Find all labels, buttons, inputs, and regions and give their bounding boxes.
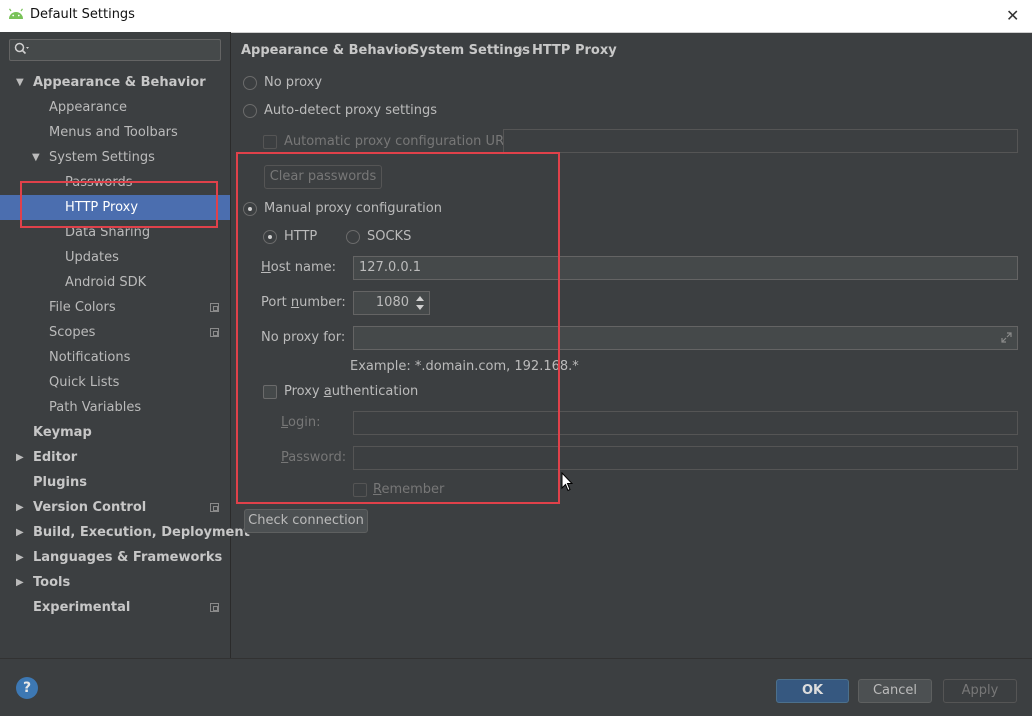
android-logo-icon <box>8 8 24 24</box>
breadcrumb-appearance-behavior: Appearance & Behavior <box>241 43 414 58</box>
project-scope-icon <box>210 603 219 612</box>
sidebar-item-keymap[interactable]: Keymap <box>33 420 92 445</box>
search-icon <box>14 42 30 60</box>
auto-config-url-input[interactable] <box>503 129 1018 153</box>
no-proxy-label: No proxy <box>264 75 323 90</box>
sidebar-item-file-colors[interactable]: File Colors <box>49 295 116 320</box>
sidebar-item-scopes[interactable]: Scopes <box>49 320 95 345</box>
search-input[interactable] <box>9 39 221 61</box>
sidebar-item-editor[interactable]: Editor <box>33 445 77 470</box>
sidebar-item-appearance[interactable]: Appearance <box>49 95 127 120</box>
sidebar-item-languages[interactable]: Languages & Frameworks <box>33 545 222 570</box>
ok-button[interactable]: OK <box>776 679 849 703</box>
sidebar-item-notifications[interactable]: Notifications <box>49 345 130 370</box>
annotation-box-sidebar <box>20 181 218 228</box>
sidebar-item-updates[interactable]: Updates <box>65 245 119 270</box>
collapsed-arrow-icon[interactable]: ▶ <box>16 545 24 570</box>
auto-config-url-checkbox[interactable] <box>263 135 277 149</box>
auto-detect-label: Auto-detect proxy settings <box>264 103 438 118</box>
project-scope-icon <box>210 328 219 337</box>
auto-config-url-label: Automatic proxy configuration URL: <box>284 134 516 149</box>
sidebar-item-menus-toolbars[interactable]: Menus and Toolbars <box>49 120 178 145</box>
collapsed-arrow-icon[interactable]: ▶ <box>16 445 24 470</box>
sidebar-item-build-execution[interactable]: Build, Execution, Deployment <box>33 520 250 545</box>
check-connection-button[interactable]: Check connection <box>244 509 368 533</box>
expanded-arrow-icon[interactable]: ▼ <box>16 70 24 95</box>
sidebar-item-appearance-behavior[interactable]: Appearance & Behavior <box>33 70 206 95</box>
close-icon[interactable]: ✕ <box>1006 6 1019 25</box>
collapsed-arrow-icon[interactable]: ▶ <box>16 520 24 545</box>
breadcrumb-system-settings: System Settings <box>410 43 531 58</box>
sidebar-item-version-control[interactable]: Version Control <box>33 495 146 520</box>
sidebar-item-path-variables[interactable]: Path Variables <box>49 395 141 420</box>
annotation-box-manual-proxy <box>236 152 560 504</box>
breadcrumb-separator: › <box>396 43 402 58</box>
sidebar-item-android-sdk[interactable]: Android SDK <box>65 270 146 295</box>
expand-icon[interactable] <box>1000 331 1013 348</box>
no-proxy-radio[interactable] <box>243 76 257 90</box>
title-bar: Default Settings ✕ <box>0 0 1032 33</box>
sidebar-item-experimental[interactable]: Experimental <box>33 595 130 620</box>
sidebar-item-system-settings[interactable]: System Settings <box>49 145 155 170</box>
collapsed-arrow-icon[interactable]: ▶ <box>16 495 24 520</box>
sidebar-item-quick-lists[interactable]: Quick Lists <box>49 370 119 395</box>
cancel-button[interactable]: Cancel <box>858 679 932 703</box>
expanded-arrow-icon[interactable]: ▼ <box>32 145 40 170</box>
breadcrumb-separator: › <box>519 43 525 58</box>
auto-detect-radio[interactable] <box>243 104 257 118</box>
apply-button[interactable]: Apply <box>943 679 1017 703</box>
project-scope-icon <box>210 503 219 512</box>
project-scope-icon <box>210 303 219 312</box>
sidebar-item-plugins[interactable]: Plugins <box>33 470 87 495</box>
page-title: HTTP Proxy <box>532 43 617 58</box>
collapsed-arrow-icon[interactable]: ▶ <box>16 570 24 595</box>
window-title: Default Settings <box>30 7 135 22</box>
help-icon[interactable]: ? <box>16 677 38 699</box>
sidebar-item-tools[interactable]: Tools <box>33 570 70 595</box>
mouse-cursor-icon <box>561 471 574 496</box>
